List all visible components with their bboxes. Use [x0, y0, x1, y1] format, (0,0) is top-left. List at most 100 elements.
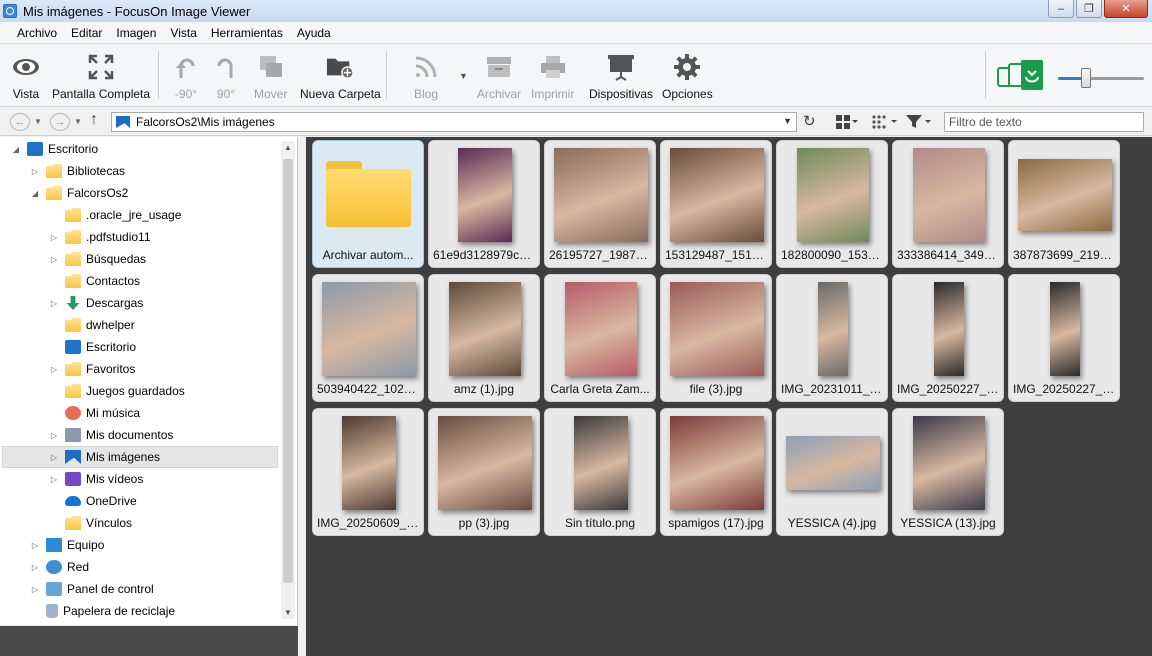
zoom-slider[interactable] — [1058, 77, 1144, 80]
tree-item-19[interactable]: ▷ Red — [3, 556, 89, 578]
pane-splitter[interactable] — [298, 137, 306, 656]
tree-item-6[interactable]: Contactos — [3, 270, 140, 292]
folder-thumbnail[interactable]: Archivar autom... — [312, 140, 424, 268]
image-thumbnail[interactable]: IMG_20250227_2... — [892, 274, 1004, 402]
minimize-button[interactable]: – — [1048, 0, 1074, 18]
menu-editar[interactable]: Editar — [64, 26, 109, 40]
tree-expander-icon[interactable]: ▷ — [49, 299, 59, 308]
tree-expander-icon[interactable]: ▷ — [49, 431, 59, 440]
pantalla-completa-button[interactable]: Pantalla Completa — [52, 53, 150, 101]
image-thumbnail[interactable]: YESSICA (13).jpg — [892, 408, 1004, 536]
tree-item-2[interactable]: ◢ FalcorsOs2 — [3, 182, 128, 204]
back-history-icon[interactable]: ▼ — [34, 117, 42, 126]
address-dropdown-icon[interactable]: ▼ — [783, 116, 792, 126]
zoom-slider-thumb[interactable] — [1080, 68, 1091, 88]
tree-item-label: Descargas — [86, 296, 144, 310]
blog-button[interactable]: Blog — [412, 53, 440, 101]
tree-item-7[interactable]: ▷ Descargas — [3, 292, 143, 314]
dispositivas-button[interactable]: Dispositivas — [589, 53, 653, 101]
tree-expander-icon[interactable]: ▷ — [49, 255, 59, 264]
tree-item-17[interactable]: Vínculos — [3, 512, 132, 534]
image-thumbnail[interactable]: 182800090_1534... — [776, 140, 888, 268]
image-thumbnail[interactable]: IMG_20231011_0... — [776, 274, 888, 402]
close-button[interactable]: ✕ — [1104, 0, 1148, 18]
tree-item-label: Panel de control — [67, 582, 154, 596]
tree-item-3[interactable]: .oracle_jre_usage — [3, 204, 181, 226]
blog-dropdown-icon[interactable]: ▼ — [459, 71, 468, 81]
tree-scrollbar[interactable]: ▲ ▼ — [281, 141, 295, 619]
tree-item-11[interactable]: Juegos guardados — [3, 380, 185, 402]
scroll-down-icon[interactable]: ▼ — [284, 608, 292, 617]
forward-history-icon[interactable]: ▼ — [74, 117, 82, 126]
tree-expander-icon[interactable]: ▷ — [30, 541, 40, 550]
image-thumbnail[interactable]: YESSICA (4).jpg — [776, 408, 888, 536]
tree-item-8[interactable]: dwhelper — [3, 314, 135, 336]
tree-item-5[interactable]: ▷ Búsquedas — [3, 248, 146, 270]
tree-expander-icon[interactable]: ▷ — [49, 233, 59, 242]
tree-expander-icon[interactable]: ◢ — [11, 145, 21, 154]
maximize-button[interactable]: ❐ — [1076, 0, 1102, 18]
menu-vista[interactable]: Vista — [163, 26, 203, 40]
tree-item-21[interactable]: Papelera de reciclaje — [3, 600, 175, 622]
refresh-icon[interactable]: ↻ — [803, 112, 816, 130]
tree-expander-icon[interactable]: ▷ — [30, 167, 40, 176]
filter-icon[interactable] — [906, 115, 934, 132]
tree-expander-icon[interactable]: ▷ — [49, 365, 59, 374]
image-thumbnail[interactable]: 61e9d3128979c7... — [428, 140, 540, 268]
image-thumbnail[interactable]: 333386414_3491... — [892, 140, 1004, 268]
imprimir-button[interactable]: Imprimir — [531, 53, 574, 101]
image-thumbnail[interactable]: IMG_20250609_1... — [312, 408, 424, 536]
image-thumbnail[interactable]: 153129487_1510... — [660, 140, 772, 268]
image-thumbnail[interactable]: pp (3).jpg — [428, 408, 540, 536]
tree-expander-icon[interactable]: ▷ — [49, 453, 59, 462]
tree-item-4[interactable]: ▷ .pdfstudio11 — [3, 226, 151, 248]
tree-expander-icon[interactable]: ▷ — [30, 585, 40, 594]
image-thumbnail[interactable]: 503940422_1022... — [312, 274, 424, 402]
image-thumbnail[interactable]: IMG_20250227_2... — [1008, 274, 1120, 402]
image-thumbnail[interactable]: spamigos (17).jpg — [660, 408, 772, 536]
menu-ayuda[interactable]: Ayuda — [290, 26, 338, 40]
mover-button[interactable]: Mover — [254, 53, 287, 101]
rotate-right-button[interactable]: 90° — [212, 53, 240, 101]
image-thumbnail[interactable]: file (3).jpg — [660, 274, 772, 402]
back-button[interactable]: ← — [10, 113, 30, 131]
text-filter-input[interactable]: Filtro de texto — [944, 112, 1144, 132]
menu-herramientas[interactable]: Herramientas — [204, 26, 290, 40]
opciones-button[interactable]: Opciones — [662, 53, 713, 101]
tree-item-18[interactable]: ▷ Equipo — [3, 534, 104, 556]
thumbnail-caption: 387873699_2195... — [1013, 248, 1115, 262]
tree-item-12[interactable]: Mi música — [3, 402, 140, 424]
tree-scroll-thumb[interactable] — [283, 159, 293, 583]
tree-expander-icon[interactable]: ▷ — [49, 475, 59, 484]
view-mode-icon[interactable] — [836, 115, 858, 132]
rotate-left-button[interactable]: -90° — [172, 53, 200, 101]
image-thumbnail[interactable]: Carla Greta Zam... — [544, 274, 656, 402]
image-thumbnail[interactable]: amz (1).jpg — [428, 274, 540, 402]
tree-item-20[interactable]: ▷ Panel de control — [3, 578, 154, 600]
tree-item-10[interactable]: ▷ Favoritos — [3, 358, 135, 380]
tree-item-16[interactable]: OneDrive — [3, 490, 137, 512]
tree-expander-icon[interactable]: ◢ — [30, 189, 40, 198]
image-thumbnail[interactable]: 26195727_19871... — [544, 140, 656, 268]
archivar-button[interactable]: Archivar — [477, 53, 521, 101]
tree-item-0[interactable]: ◢ Escritorio — [3, 138, 98, 160]
vista-button[interactable]: Vista — [12, 53, 40, 101]
tree-item-14[interactable]: ▷ Mis imágenes — [2, 446, 278, 468]
folder-icon — [65, 318, 81, 332]
nueva-carpeta-button[interactable]: Nueva Carpeta — [300, 53, 381, 101]
tree-expander-icon[interactable]: ▷ — [30, 563, 40, 572]
tree-item-1[interactable]: ▷ Bibliotecas — [3, 160, 125, 182]
tree-item-15[interactable]: ▷ Mis vídeos — [3, 468, 143, 490]
tree-item-13[interactable]: ▷ Mis documentos — [3, 424, 173, 446]
up-folder-button[interactable]: ↑ — [90, 111, 98, 129]
image-thumbnail[interactable]: 387873699_2195... — [1008, 140, 1120, 268]
menu-archivo[interactable]: Archivo — [10, 26, 64, 40]
menu-imagen[interactable]: Imagen — [109, 26, 163, 40]
scroll-up-icon[interactable]: ▲ — [284, 143, 292, 152]
image-thumbnail[interactable]: Sin título.png — [544, 408, 656, 536]
tree-item-label: Mis vídeos — [86, 472, 144, 486]
address-box[interactable]: FalcorsOs2\Mis imágenes ▼ — [111, 112, 797, 132]
forward-button[interactable]: → — [50, 113, 70, 131]
tree-item-9[interactable]: Escritorio — [3, 336, 136, 358]
sort-icon[interactable] — [872, 115, 900, 132]
